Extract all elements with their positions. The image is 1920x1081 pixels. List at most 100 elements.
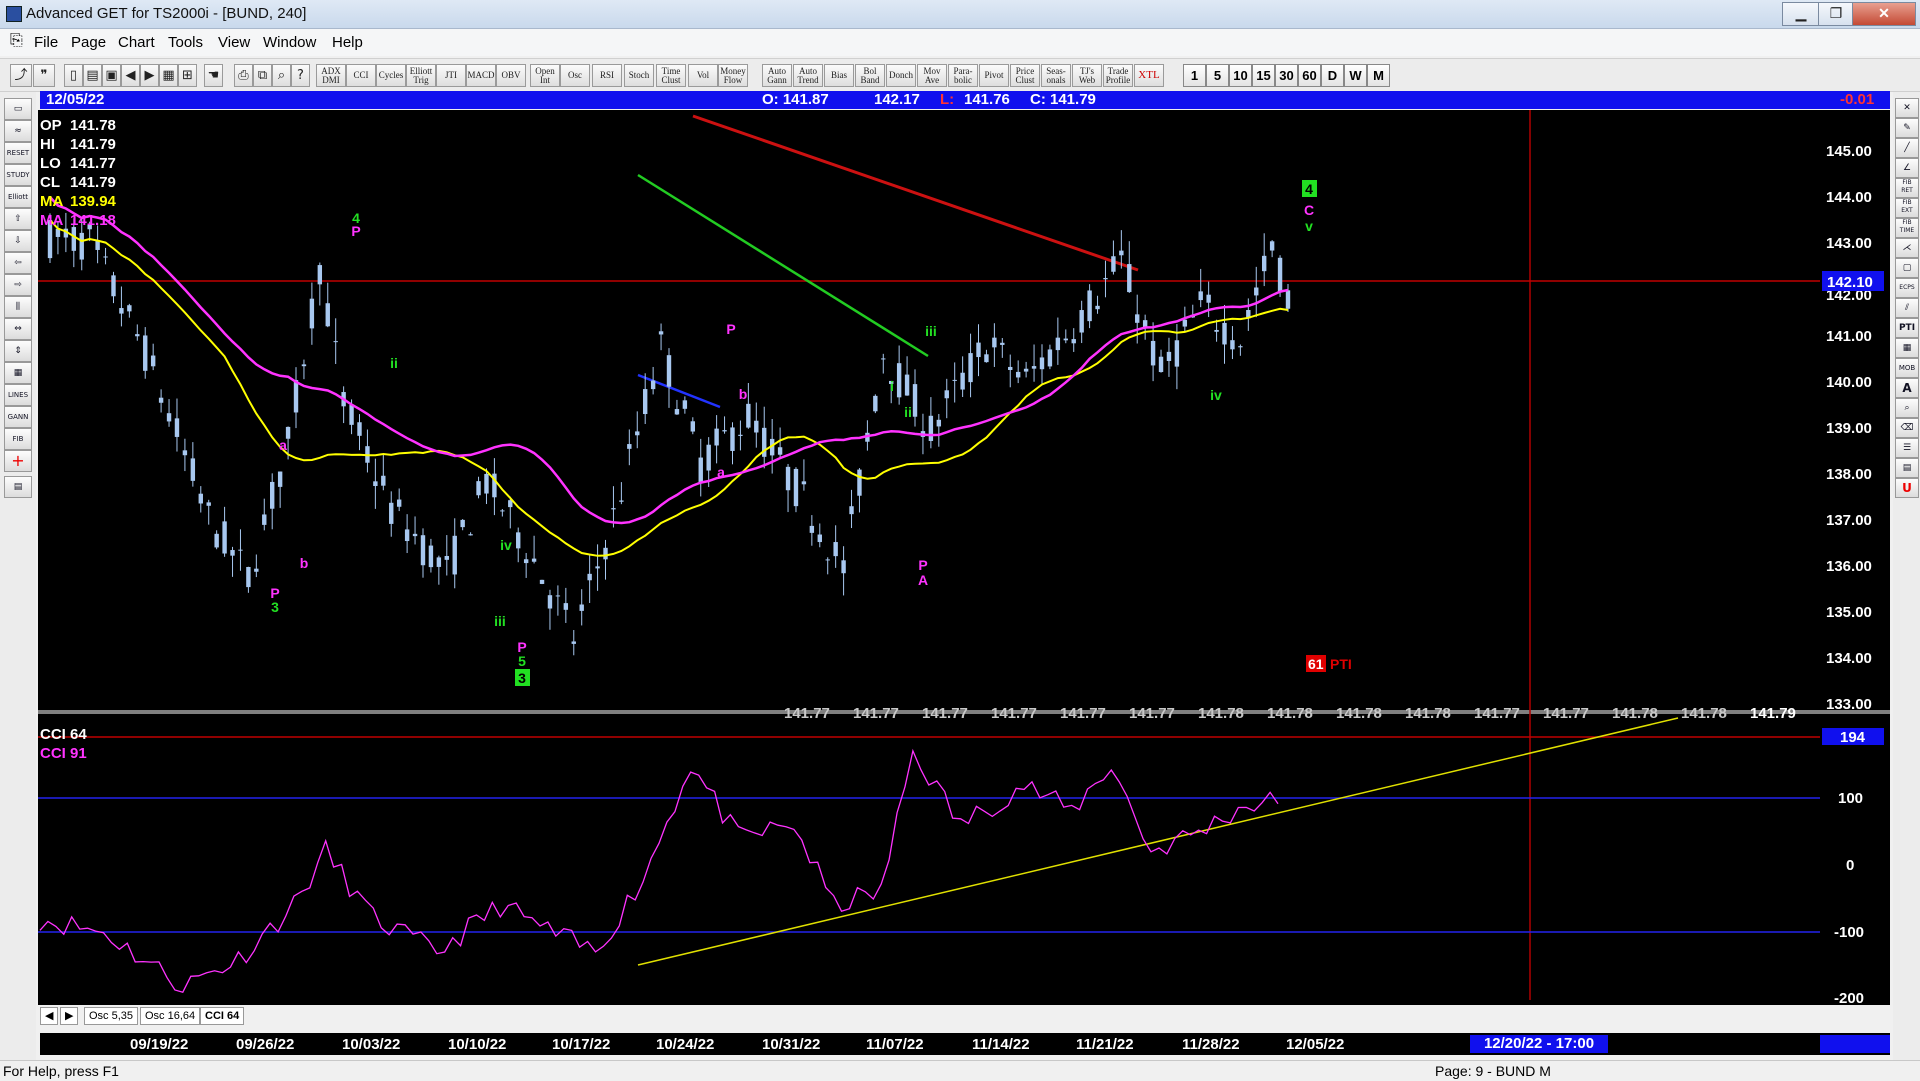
tab-scroll-right-icon[interactable]: ▶ xyxy=(60,1007,79,1025)
tab-scroll-left-icon[interactable]: ◀ xyxy=(40,1007,59,1025)
study-donch-button[interactable]: Donch xyxy=(886,64,916,87)
study-parabolic-button[interactable]: Para-bolic xyxy=(948,64,978,87)
new-page-icon[interactable]: ▯ xyxy=(64,64,83,87)
fib-time-button[interactable]: FIB TIME xyxy=(1895,218,1919,238)
mob-button[interactable]: MOB xyxy=(1895,358,1919,378)
menu-file[interactable]: File xyxy=(34,34,58,51)
print-icon[interactable]: ⎙ xyxy=(234,64,253,87)
study-bias-button[interactable]: Bias xyxy=(824,64,854,87)
study-rsi-button[interactable]: RSI xyxy=(592,64,622,87)
list-icon[interactable]: ▤ xyxy=(1895,458,1919,478)
study-trade-profile-button[interactable]: Trade Profile xyxy=(1103,64,1133,87)
study-auto-trend-button[interactable]: Auto Trend xyxy=(793,64,823,87)
copy-icon[interactable]: ⧉ xyxy=(253,64,272,87)
bars-icon[interactable]: ⫼ xyxy=(4,296,32,318)
timeframe-w-button[interactable]: W xyxy=(1344,64,1367,87)
price-pane[interactable] xyxy=(38,110,1820,710)
expand-vertical-icon[interactable]: ⇕ xyxy=(4,340,32,362)
back-icon[interactable]: ◀ xyxy=(121,64,140,87)
tab-osc-5-35[interactable]: Osc 5,35 xyxy=(84,1007,139,1025)
close-tool-icon[interactable]: ✕ xyxy=(1895,98,1919,118)
expand-horizontal-icon[interactable]: ⇔ xyxy=(4,318,32,340)
study-auto-gann-button[interactable]: Auto Gann xyxy=(762,64,792,87)
forward-icon[interactable]: ▶ xyxy=(140,64,159,87)
menu-help[interactable]: Help xyxy=(332,34,363,51)
open-icon[interactable]: ▤ xyxy=(83,64,102,87)
timeframe-d-button[interactable]: D xyxy=(1321,64,1344,87)
layers-icon[interactable]: ☰ xyxy=(1895,438,1919,458)
timeframe-1-button[interactable]: 1 xyxy=(1183,64,1206,87)
arrow-left-icon[interactable]: ⇦ xyxy=(4,252,32,274)
tab-cci-64[interactable]: CCI 64 xyxy=(200,1007,245,1025)
cursor-tool-icon[interactable]: ⤴ xyxy=(10,64,32,87)
lines-button[interactable]: LINES xyxy=(4,384,32,406)
study-button[interactable]: STUDY xyxy=(4,164,32,186)
pencil-icon[interactable]: ✎ xyxy=(1895,118,1919,138)
fib-ext-button[interactable]: FIB EXT xyxy=(1895,198,1919,218)
fib-ret-button[interactable]: FIB RET xyxy=(1895,178,1919,198)
magnify-icon[interactable]: ⌕ xyxy=(1895,398,1919,418)
study-price-clust-button[interactable]: Price Clust xyxy=(1010,64,1040,87)
study-pivot-button[interactable]: Pivot xyxy=(979,64,1009,87)
timeframe-30-button[interactable]: 30 xyxy=(1275,64,1298,87)
fib-button[interactable]: FIB xyxy=(4,428,32,450)
close-button[interactable]: ✕ xyxy=(1852,2,1916,26)
grid-icon[interactable]: ▦ xyxy=(159,64,178,87)
grid-tool-icon[interactable]: ▦ xyxy=(4,362,32,384)
gann-button[interactable]: GANN xyxy=(4,406,32,428)
study-xtl-button[interactable]: XTL xyxy=(1134,64,1164,87)
crosshair-icon[interactable]: + xyxy=(4,450,32,472)
channel-icon[interactable]: ⫽ xyxy=(1895,298,1919,318)
minimize-button[interactable]: ▁ xyxy=(1782,2,1820,26)
study-cci-button[interactable]: CCI xyxy=(346,64,376,87)
study-macd-button[interactable]: MACD xyxy=(466,64,496,87)
save-icon[interactable]: ▣ xyxy=(102,64,121,87)
search-icon[interactable]: ⌕ xyxy=(272,64,291,87)
ecps-button[interactable]: ECPS xyxy=(1895,278,1919,298)
study-bol-band-button[interactable]: Bol Band xyxy=(855,64,885,87)
pti-button[interactable]: PTI xyxy=(1895,318,1919,338)
doc-icon[interactable]: ⎘ xyxy=(10,32,23,50)
text-tool-button[interactable]: A xyxy=(1895,378,1919,398)
grid-right-icon[interactable]: ▦ xyxy=(1895,338,1919,358)
arrow-down-icon[interactable]: ⇩ xyxy=(4,230,32,252)
menu-page[interactable]: Page xyxy=(71,34,106,51)
study-jti-button[interactable]: JTI xyxy=(436,64,466,87)
cci-pane[interactable] xyxy=(38,714,1820,1000)
study-open-int-button[interactable]: Open Int xyxy=(530,64,560,87)
study-vol-button[interactable]: Vol xyxy=(688,64,718,87)
page-icon[interactable]: ▭ xyxy=(4,98,32,120)
angle-tool-icon[interactable]: ∠ xyxy=(1895,158,1919,178)
undo-button[interactable]: U xyxy=(1895,478,1919,498)
price-chart[interactable]: P34PabiiiviiiP53PbaiiiiiiPA4Cviv 145.00 … xyxy=(38,110,1890,1005)
quote-icon[interactable]: ❞ xyxy=(33,64,55,87)
menu-window[interactable]: Window xyxy=(263,34,316,51)
wave-icon[interactable]: ≈ xyxy=(4,120,32,142)
help-icon[interactable]: ? xyxy=(291,64,310,87)
zoom-icon[interactable]: ⊞ xyxy=(178,64,197,87)
line-tool-icon[interactable]: ╱ xyxy=(1895,138,1919,158)
study-adx-button[interactable]: ADX DMI xyxy=(316,64,346,87)
hand-icon[interactable]: ☚ xyxy=(204,64,223,87)
study-tjs-web-button[interactable]: TJ's Web xyxy=(1072,64,1102,87)
menu-tools[interactable]: Tools xyxy=(168,34,203,51)
eraser-icon[interactable]: ⌫ xyxy=(1895,418,1919,438)
menu-chart[interactable]: Chart xyxy=(118,34,155,51)
elliott-button[interactable]: Elliott xyxy=(4,186,32,208)
timeframe-5-button[interactable]: 5 xyxy=(1206,64,1229,87)
maximize-button[interactable]: ❐ xyxy=(1818,2,1854,26)
box-icon[interactable]: ▢ xyxy=(1895,258,1919,278)
notes-icon[interactable]: ▤ xyxy=(4,476,32,498)
study-osc-button[interactable]: Osc xyxy=(560,64,590,87)
study-money-flow-button[interactable]: Money Flow xyxy=(718,64,748,87)
arrow-right-icon[interactable]: ⇨ xyxy=(4,274,32,296)
tab-osc-16-64[interactable]: Osc 16,64 xyxy=(140,1007,201,1025)
study-cycles-button[interactable]: Cycles xyxy=(376,64,406,87)
timeframe-10-button[interactable]: 10 xyxy=(1229,64,1252,87)
study-stoch-button[interactable]: Stoch xyxy=(624,64,654,87)
timeframe-m-button[interactable]: M xyxy=(1367,64,1390,87)
timeframe-15-button[interactable]: 15 xyxy=(1252,64,1275,87)
study-mov-ave-button[interactable]: Mov Ave xyxy=(917,64,947,87)
study-obv-button[interactable]: OBV xyxy=(496,64,526,87)
study-elliott-trig-button[interactable]: Elliott Trig xyxy=(406,64,436,87)
